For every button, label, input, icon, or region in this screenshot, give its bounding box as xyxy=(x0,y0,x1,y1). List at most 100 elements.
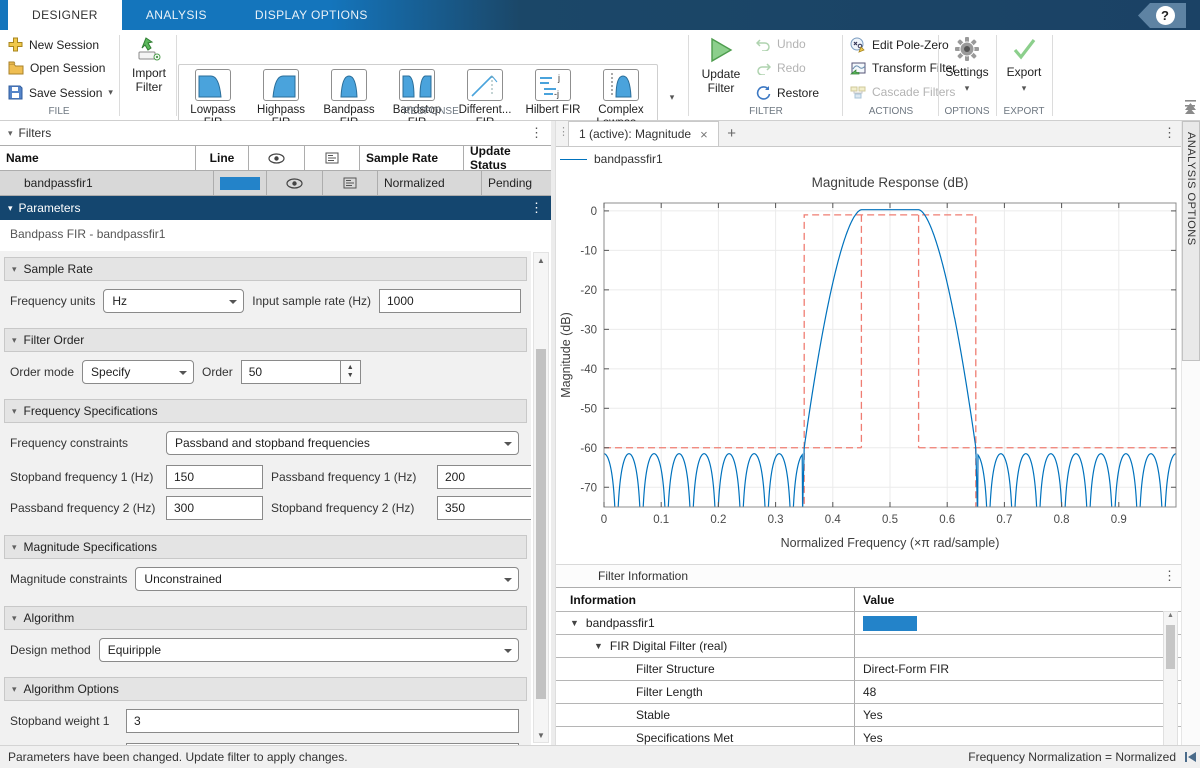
filters-table-header: Name Line Sample Rate Update Status xyxy=(0,146,551,171)
sample-rate-section-header[interactable]: ▾Sample Rate xyxy=(4,257,527,281)
analysis-options-side-tab[interactable]: ANALYSIS OPTIONS xyxy=(1182,121,1200,361)
filter-information-header: Filter Information ⋮ xyxy=(556,564,1182,587)
filter-update-status: Pending xyxy=(482,171,551,195)
redo-button[interactable]: Redo xyxy=(756,61,806,75)
info-table-row[interactable]: Filter Length48 xyxy=(556,681,1182,704)
close-tab-icon[interactable]: × xyxy=(700,127,708,142)
plot-legend: bandpassfir1 xyxy=(560,152,663,166)
parameters-scrollbar[interactable]: ▲ ▼ xyxy=(533,252,549,743)
input-sample-rate-field[interactable] xyxy=(379,289,521,313)
order-mode-dropdown[interactable]: Specify xyxy=(82,360,194,384)
tab-designer[interactable]: DESIGNER xyxy=(8,0,122,30)
frequency-constraints-label: Frequency constraints xyxy=(10,436,158,450)
passband-frequency-2-field[interactable] xyxy=(166,496,263,520)
save-session-button[interactable]: Save Session ▾ xyxy=(8,85,113,100)
new-plot-tab-button[interactable]: + xyxy=(719,121,745,146)
update-filter-label2: Filter xyxy=(708,81,735,95)
collapse-panel-icon[interactable] xyxy=(1184,100,1197,112)
legend-icon xyxy=(343,177,357,189)
filters-table: Name Line Sample Rate Update Status band… xyxy=(0,145,551,196)
filter-visibility-toggle[interactable] xyxy=(267,171,323,195)
open-session-button[interactable]: Open Session xyxy=(8,61,105,75)
magnitude-constraints-label: Magnitude constraints xyxy=(10,572,127,586)
export-dropdown-icon[interactable]: ▾ xyxy=(1022,81,1027,95)
filters-panel-header: ▾ Filters ⋮ xyxy=(0,121,551,145)
passband-frequency-1-field[interactable] xyxy=(437,465,531,489)
parameters-collapse-icon[interactable]: ▾ xyxy=(8,203,13,214)
design-method-dropdown[interactable]: Equiripple xyxy=(99,638,519,662)
stopband-frequency-2-field[interactable] xyxy=(437,496,531,520)
stopband-weight-1-field[interactable] xyxy=(126,709,519,733)
info-table-row[interactable]: ▼bandpassfir1 xyxy=(556,612,1182,635)
new-session-button[interactable]: New Session xyxy=(8,37,99,52)
svg-text:0.1: 0.1 xyxy=(653,514,669,526)
passband-frequency-1-label: Passband frequency 1 (Hz) xyxy=(271,470,429,484)
expand-collapse-icon[interactable]: ▼ xyxy=(570,618,579,628)
settings-dropdown-icon[interactable]: ▾ xyxy=(965,81,970,95)
svg-text:-70: -70 xyxy=(580,482,597,494)
magnitude-specs-section-header[interactable]: ▾Magnitude Specifications xyxy=(4,535,527,559)
restore-panel-icon[interactable] xyxy=(1184,751,1197,763)
restore-button[interactable]: Restore xyxy=(756,85,819,100)
help-icon: ? xyxy=(1156,6,1175,25)
order-spinner[interactable]: ▲▼ xyxy=(341,360,361,384)
stopband-frequency-1-field[interactable] xyxy=(166,465,263,489)
scroll-down-icon[interactable]: ▼ xyxy=(534,728,548,742)
expand-collapse-icon[interactable]: ▼ xyxy=(594,641,603,651)
info-table-row[interactable]: Filter StructureDirect-Form FIR xyxy=(556,658,1182,681)
undo-button[interactable]: Undo xyxy=(756,37,806,51)
scroll-up-icon[interactable]: ▲ xyxy=(1164,612,1177,624)
filter-row-bandpassfir1[interactable]: bandpassfir1 Normalized Pending xyxy=(0,171,551,196)
algorithm-options-section-header[interactable]: ▾Algorithm Options xyxy=(4,677,527,701)
section-algorithm-options: ▾Algorithm Options Stopband weight 1 Pas… xyxy=(4,677,527,745)
tab-drag-handle[interactable]: ⋮ xyxy=(558,125,569,138)
frequency-specs-section-header[interactable]: ▾Frequency Specifications xyxy=(4,399,527,423)
filters-parameters-panel: ▾ Filters ⋮ Name Line Sample Rate Update… xyxy=(0,121,551,745)
svg-text:0.7: 0.7 xyxy=(996,514,1012,526)
svg-text:0.5: 0.5 xyxy=(882,514,898,526)
scroll-up-icon[interactable]: ▲ xyxy=(534,253,548,267)
filter-information-menu-icon[interactable]: ⋮ xyxy=(1163,568,1176,584)
tab-magnitude-plot[interactable]: 1 (active): Magnitude × xyxy=(568,121,719,146)
svg-text:0.6: 0.6 xyxy=(939,514,955,526)
filter-designer-app: DESIGNER ANALYSIS DISPLAY OPTIONS ? New … xyxy=(0,0,1200,768)
options-section-caption: OPTIONS xyxy=(940,106,994,117)
filter-order-section-header[interactable]: ▾Filter Order xyxy=(4,328,527,352)
edit-pole-zero-button[interactable]: Edit Pole-Zero xyxy=(850,37,949,53)
frequency-constraints-dropdown[interactable]: Passband and stopband frequencies xyxy=(166,431,519,455)
edit-pole-zero-icon xyxy=(850,37,866,53)
info-table-row[interactable]: ▼FIR Digital Filter (real) xyxy=(556,635,1182,658)
save-session-dropdown-icon[interactable]: ▾ xyxy=(108,87,113,98)
tab-analysis[interactable]: ANALYSIS xyxy=(122,0,231,30)
scrollbar-thumb[interactable] xyxy=(1166,625,1175,669)
info-value: Direct-Form FIR xyxy=(863,662,949,676)
frequency-units-dropdown[interactable]: Hz xyxy=(103,289,244,313)
update-filter-button[interactable]: Update Filter xyxy=(694,36,748,95)
visibility-column-header xyxy=(249,146,305,170)
export-check-icon xyxy=(1011,36,1037,62)
plot-panel-menu-icon[interactable]: ⋮ xyxy=(1163,125,1176,141)
update-filter-label1: Update xyxy=(702,67,741,81)
settings-button[interactable]: Settings ▾ xyxy=(940,36,994,95)
filters-collapse-icon[interactable]: ▾ xyxy=(8,128,13,139)
order-field[interactable] xyxy=(241,360,341,384)
export-button[interactable]: Export ▾ xyxy=(998,36,1050,95)
new-session-icon xyxy=(8,37,23,52)
filter-line-color[interactable] xyxy=(214,171,267,195)
magnitude-constraints-dropdown[interactable]: Unconstrained xyxy=(135,567,519,591)
chart-title: Magnitude Response (dB) xyxy=(812,175,969,190)
import-filter-button[interactable]: Import Filter xyxy=(124,36,174,94)
filter-legend-toggle[interactable] xyxy=(323,171,378,195)
scrollbar-thumb[interactable] xyxy=(536,349,546,699)
svg-text:-10: -10 xyxy=(580,245,597,257)
section-algorithm: ▾Algorithm Design method Equiripple xyxy=(4,606,527,666)
filters-menu-icon[interactable]: ⋮ xyxy=(530,125,543,141)
x-axis-label: Normalized Frequency (×π rad/sample) xyxy=(781,536,1000,550)
parameters-menu-icon[interactable]: ⋮ xyxy=(530,200,543,216)
restore-label: Restore xyxy=(777,86,819,100)
tab-display-options[interactable]: DISPLAY OPTIONS xyxy=(231,0,392,30)
algorithm-section-header[interactable]: ▾Algorithm xyxy=(4,606,527,630)
section-filter-order: ▾Filter Order Order mode Specify Order ▲… xyxy=(4,328,527,388)
line-color-swatch xyxy=(220,177,260,190)
info-table-row[interactable]: StableYes xyxy=(556,704,1182,727)
